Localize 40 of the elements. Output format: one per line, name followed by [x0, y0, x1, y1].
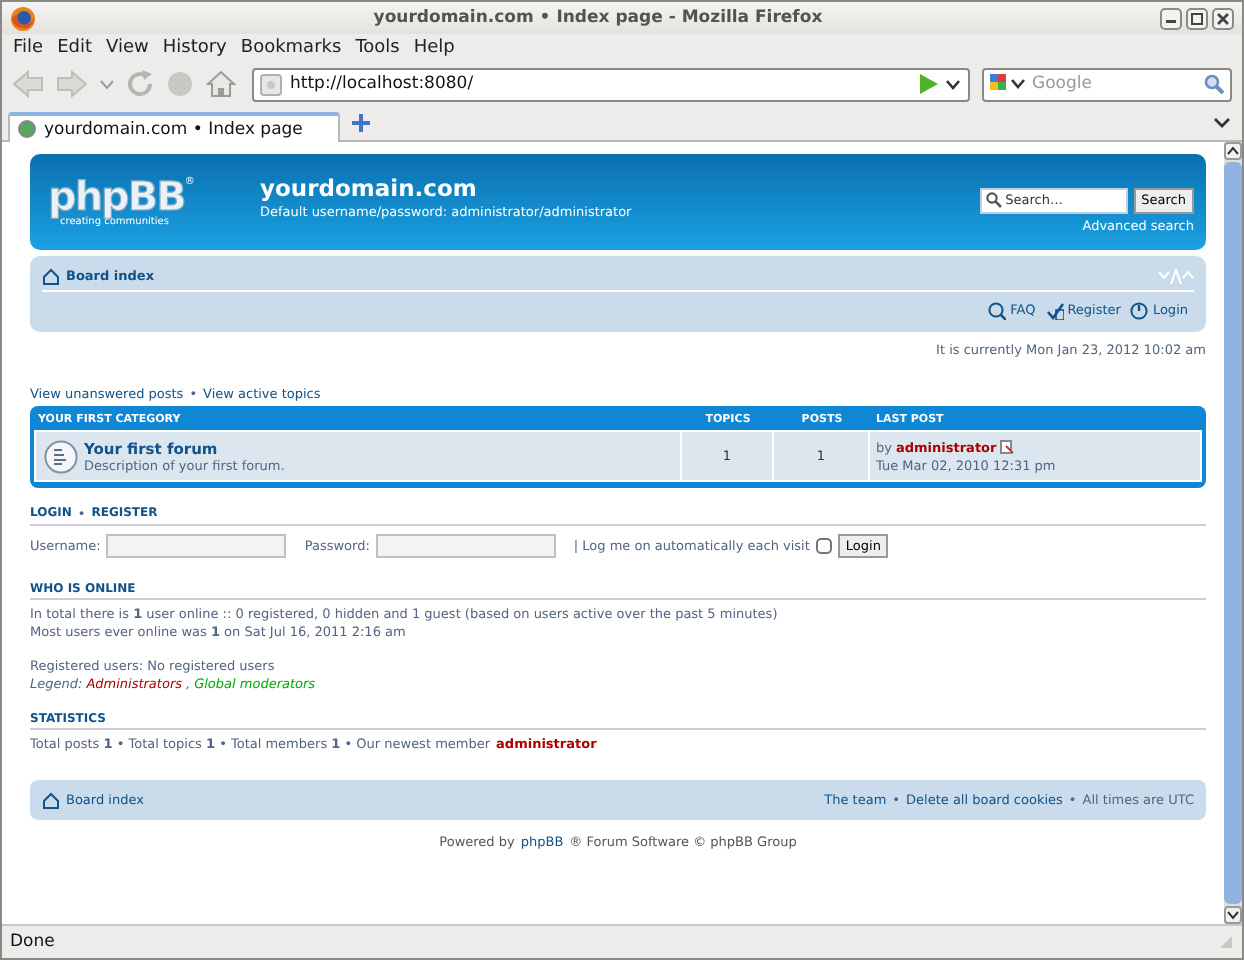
view-latest-icon[interactable] — [1000, 440, 1015, 454]
scrollbar[interactable] — [1224, 142, 1242, 924]
scroll-up-icon[interactable] — [1224, 142, 1242, 160]
status-text: Done — [10, 932, 55, 952]
close-icon[interactable] — [1212, 7, 1234, 29]
logo-text: phpBB — [48, 176, 185, 216]
menu-item[interactable]: Help — [406, 38, 462, 58]
register-icon — [1045, 301, 1064, 319]
caret-icon[interactable] — [946, 79, 960, 89]
minimize-icon[interactable] — [1160, 7, 1182, 29]
firefox-logo-icon — [10, 5, 36, 31]
menu-item[interactable]: Tools — [348, 38, 407, 58]
home-icon — [42, 267, 60, 285]
menu-item[interactable]: File — [6, 38, 51, 58]
browser-tab[interactable]: yourdomain.com • Index page — [8, 112, 341, 142]
resize-grip-icon[interactable] — [1218, 934, 1234, 950]
password-field[interactable] — [375, 534, 556, 558]
caret-icon[interactable] — [1214, 118, 1230, 128]
search-icon — [985, 192, 1002, 208]
maximize-icon[interactable] — [1186, 7, 1208, 29]
menu-item[interactable]: View — [99, 38, 156, 58]
menu-item[interactable]: Bookmarks — [233, 38, 349, 58]
new-tab-icon[interactable] — [352, 114, 371, 132]
address-field[interactable]: http://localhost:8080/ — [252, 67, 970, 101]
power-icon — [1130, 301, 1149, 319]
remember-checkbox[interactable] — [815, 538, 832, 554]
menu-item[interactable]: History — [155, 38, 234, 58]
search-engine-icon[interactable] — [988, 72, 1026, 96]
home-icon[interactable] — [206, 70, 236, 98]
forum-icon — [44, 439, 78, 473]
window-title: yourdomain.com • Index page - Mozilla Firefox — [371, 8, 825, 28]
username-field[interactable] — [106, 534, 287, 558]
scroll-down-icon[interactable] — [1224, 906, 1242, 924]
page-icon — [260, 73, 282, 95]
site-title: yourdomain.com — [260, 173, 479, 201]
help-icon — [988, 301, 1007, 319]
reload-icon[interactable] — [126, 70, 154, 98]
search-icon[interactable] — [1204, 74, 1224, 94]
menu-item[interactable]: Edit — [50, 38, 99, 58]
home-icon — [42, 791, 60, 809]
